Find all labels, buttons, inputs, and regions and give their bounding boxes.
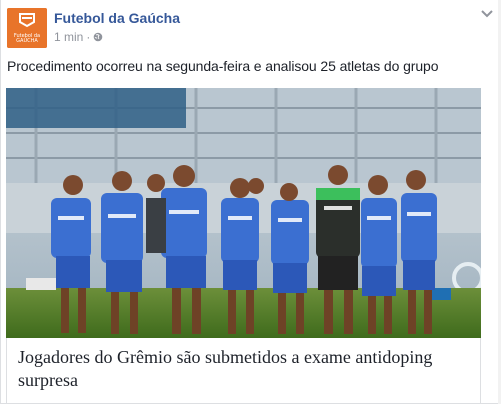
post-meta: 1 min · bbox=[54, 30, 103, 44]
players-huddle-photo bbox=[6, 88, 481, 338]
link-title[interactable]: Jogadores do Grêmio são submetidos a exa… bbox=[18, 346, 473, 392]
post-photo[interactable] bbox=[6, 88, 481, 338]
globe-icon bbox=[94, 32, 103, 42]
page-avatar[interactable]: Futebol da GAÚCHA bbox=[7, 8, 47, 48]
post-text: Procedimento ocorreu na segunda-feira e … bbox=[7, 58, 439, 74]
post-card: Futebol da GAÚCHA Futebol da Gaúcha 1 mi… bbox=[0, 0, 499, 404]
timestamp-link[interactable]: 1 min bbox=[54, 30, 83, 44]
avatar-label: Futebol da GAÚCHA bbox=[13, 33, 41, 44]
post-header: Futebol da GAÚCHA Futebol da Gaúcha 1 mi… bbox=[7, 8, 495, 48]
meta-separator: · bbox=[86, 30, 91, 44]
link-preview[interactable]: Jogadores do Grêmio são submetidos a exa… bbox=[6, 338, 481, 404]
page-name-link[interactable]: Futebol da Gaúcha bbox=[54, 10, 180, 26]
chevron-down-icon[interactable] bbox=[479, 8, 495, 20]
